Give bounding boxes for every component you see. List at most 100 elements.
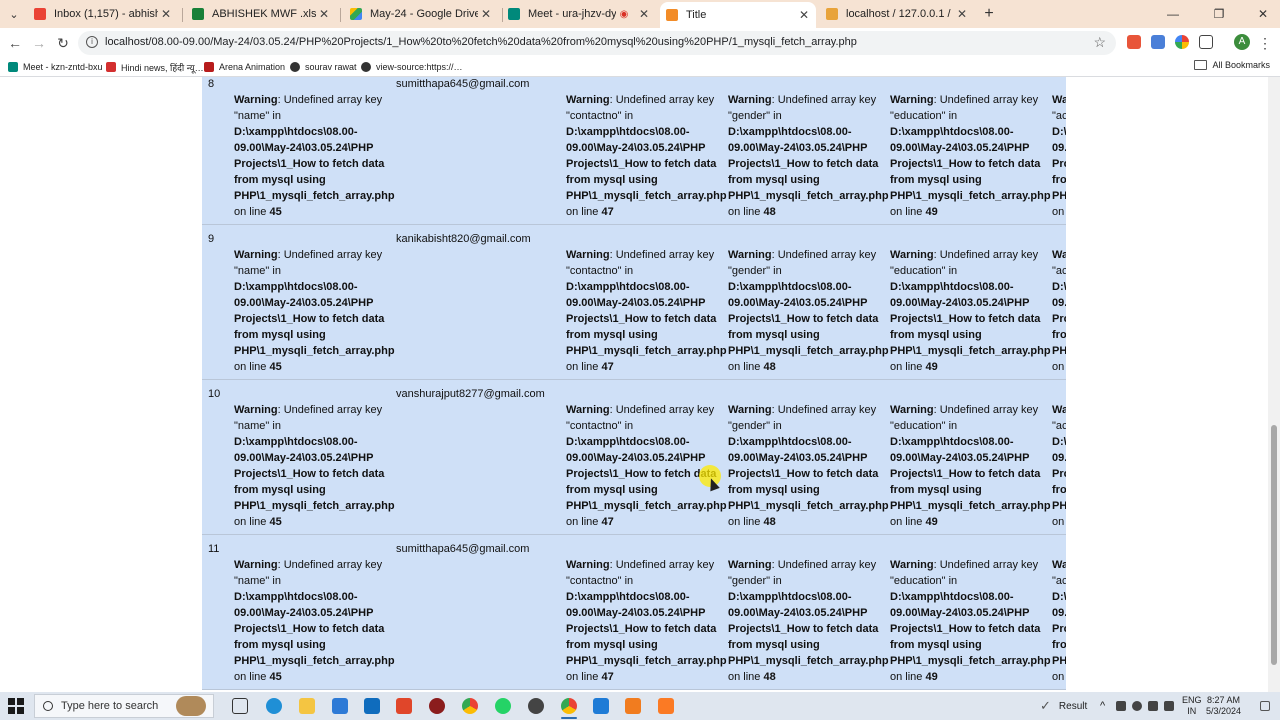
warning-path-line: 09.00\May-24\03.05.24\PHP [234, 297, 374, 309]
notifications-icon[interactable] [1260, 701, 1270, 711]
microphone-icon[interactable] [1132, 701, 1142, 711]
language-indicator[interactable]: ENG IN [1182, 692, 1202, 720]
warning-label: Warning [890, 94, 934, 106]
windows-start-icon[interactable] [8, 698, 24, 714]
minimize-icon[interactable]: — [1158, 4, 1188, 24]
warning-key-line: "gender" in [728, 418, 884, 434]
bookmark-label: view-source:https://… [376, 62, 463, 72]
chrome-active-icon[interactable] [561, 698, 577, 714]
warning-in: in [269, 575, 281, 587]
close-icon[interactable]: ✕ [796, 8, 812, 22]
warning-cell-clipped: Wa "ac D:\ 09. Pro fro PH on [1052, 92, 1066, 220]
warning-line-number: on line 47 [566, 669, 722, 685]
brave-icon[interactable] [396, 698, 412, 714]
warning-path-line: Projects\1_How to fetch data [728, 623, 879, 635]
close-icon[interactable]: ✕ [316, 7, 332, 21]
media-icon[interactable] [429, 698, 445, 714]
xampp-icon[interactable] [625, 698, 641, 714]
tab-title-active[interactable]: Title ✕ [660, 2, 816, 28]
battery-icon[interactable] [1164, 701, 1174, 711]
bookmark-item[interactable]: Meet - kzn-zntd-bxu [8, 60, 103, 74]
window-close-icon[interactable]: ✕ [1248, 4, 1278, 24]
file-explorer-icon[interactable] [299, 698, 315, 714]
result-widget[interactable]: ✓ Result [1040, 692, 1087, 720]
extension-color-icon[interactable] [1175, 35, 1189, 49]
tab-phpmyadmin[interactable]: localhost / 127.0.0.1 / mydb / r… ✕ [820, 2, 974, 26]
clipped-line: 09. [1052, 297, 1066, 309]
meet-icon [508, 8, 520, 20]
line-number: 49 [925, 671, 938, 683]
warning-key: "contactno" [566, 420, 622, 432]
profile-avatar[interactable]: A [1234, 34, 1250, 50]
warning-cell: Warning: Undefined array key "gender" in D… [728, 92, 889, 220]
clipped-line: Wa [1052, 94, 1066, 106]
warning-line: Warning: Undefined array key [728, 247, 884, 263]
store-icon[interactable] [332, 698, 348, 714]
on-line-text: on line [890, 206, 926, 218]
tab-sheets[interactable]: ABHISHEK MWF .xlsx - Google … ✕ [186, 2, 336, 26]
extension-docs-icon[interactable] [1151, 35, 1165, 49]
tray-chevron-icon[interactable]: ^ [1100, 692, 1105, 720]
volume-icon[interactable] [1148, 701, 1158, 711]
page-scrollbar[interactable] [1268, 77, 1280, 692]
line-number: 48 [763, 516, 776, 528]
warning-line-number: on line 48 [728, 204, 884, 220]
warning-path-line: 09.00\May-24\03.05.24\PHP [566, 142, 706, 154]
menu-kebab-icon[interactable]: ⋮ [1258, 34, 1272, 52]
warning-path-line: from mysql using [728, 329, 820, 341]
tab-divider [182, 8, 183, 22]
tab-gmail[interactable]: Inbox (1,157) - abhishek@bestt… ✕ [28, 2, 178, 26]
koala-widget-icon[interactable] [176, 696, 206, 716]
chrome-profile-icon[interactable] [528, 698, 544, 714]
warning-path-line: PHP\1_mysqli_fetch_array.php [890, 345, 1051, 357]
bookmark-item[interactable]: sourav rawat [290, 60, 357, 74]
xampp-control-icon[interactable] [658, 698, 674, 714]
warning-path-line: D:\xampp\htdocs\08.00- [234, 591, 358, 603]
warning-line: Warning: Undefined array key [566, 92, 722, 108]
tab-search-chevron-icon[interactable]: ⌄ [4, 4, 24, 24]
site-info-icon[interactable]: i [86, 36, 98, 48]
forward-arrow-icon[interactable]: → [30, 34, 48, 52]
network-icon[interactable] [1116, 701, 1126, 711]
bookmark-star-icon[interactable]: ☆ [1093, 34, 1106, 51]
extensions-puzzle-icon[interactable] [1199, 35, 1213, 49]
whatsapp-icon[interactable] [495, 698, 511, 714]
close-icon[interactable]: ✕ [158, 7, 174, 21]
scrollbar-thumb[interactable] [1271, 425, 1277, 665]
row-email: sumitthapa645@gmail.com [396, 543, 530, 555]
row-id: 11 [208, 543, 220, 555]
bookmark-item[interactable]: Hindi news, हिंदी न्यू… [106, 60, 204, 74]
clipped-line: 09. [1052, 607, 1066, 619]
address-url[interactable]: localhost/08.00-09.00/May-24/03.05.24/PH… [105, 36, 857, 48]
address-bar[interactable]: i localhost/08.00-09.00/May-24/03.05.24/… [78, 31, 1116, 55]
clock[interactable]: 8:27 AM 5/3/2024 [1206, 692, 1241, 720]
active-app-indicator [561, 717, 577, 719]
warning-cell: Warning: Undefined array key "education" … [890, 557, 1051, 685]
tab-meet[interactable]: Meet - ura-jhzv-dyy ◉ ✕ [502, 2, 656, 26]
bookmark-item[interactable]: view-source:https://… [361, 60, 463, 74]
back-arrow-icon[interactable]: ← [6, 34, 24, 52]
mail-icon[interactable] [364, 698, 380, 714]
task-view-icon[interactable] [232, 698, 248, 714]
all-bookmarks-button[interactable]: All Bookmarks [1194, 60, 1270, 70]
new-tab-icon[interactable]: + [980, 4, 998, 24]
warning-in: in [945, 420, 958, 432]
warning-key-line: "contactno" in [566, 418, 722, 434]
reload-icon[interactable]: ↻ [54, 34, 72, 52]
chrome-icon[interactable] [462, 698, 478, 714]
tab-drive[interactable]: May-24 - Google Drive ✕ [344, 2, 498, 26]
all-bookmarks-label: All Bookmarks [1212, 60, 1270, 70]
sheets-icon [192, 8, 204, 20]
vscode-icon[interactable] [593, 698, 609, 714]
close-icon[interactable]: ✕ [478, 7, 494, 21]
restore-icon[interactable]: ❐ [1204, 4, 1234, 24]
warning-message: : Undefined array key [933, 249, 1039, 261]
extension-record-icon[interactable] [1127, 35, 1141, 49]
warning-path-line: Projects\1_How to fetch data [890, 468, 1041, 480]
close-icon[interactable]: ✕ [954, 7, 970, 21]
close-icon[interactable]: ✕ [636, 7, 652, 21]
line-number: 47 [601, 361, 614, 373]
region-code: IN [1187, 706, 1197, 716]
bookmark-item[interactable]: Arena Animation [204, 60, 285, 74]
edge-icon[interactable] [266, 698, 282, 714]
